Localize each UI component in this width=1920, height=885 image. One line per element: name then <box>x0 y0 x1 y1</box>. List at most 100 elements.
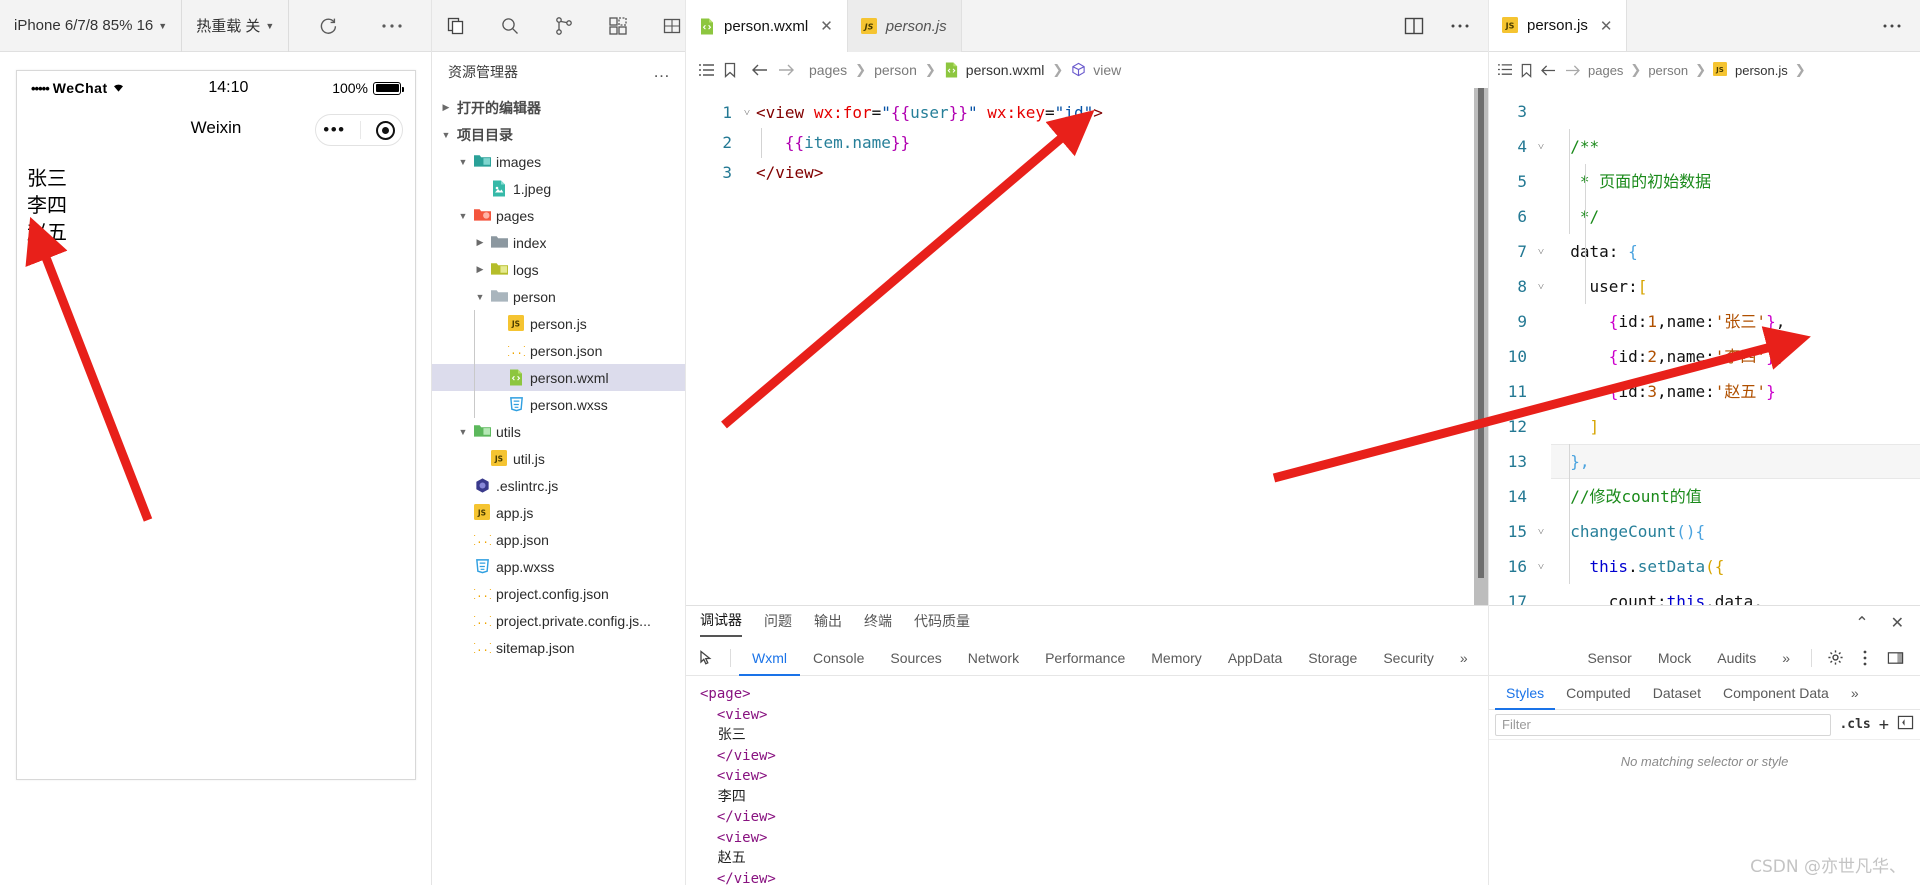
close-icon[interactable]: ✕ <box>1891 613 1904 633</box>
styles-tab-component-data[interactable]: Component Data <box>1712 676 1840 710</box>
hot-reload-selector[interactable]: 热重载 关 ▼ <box>182 0 290 52</box>
fold-chevron-icon[interactable]: ˅ <box>1531 514 1551 549</box>
styles-overflow-button[interactable]: » <box>1840 676 1870 710</box>
fold-chevron-icon[interactable]: ˅ <box>1531 269 1551 304</box>
tree-item-index[interactable]: ▶ index <box>432 229 685 256</box>
tree-item-sitemap-json[interactable]: {..} sitemap.json <box>432 634 685 661</box>
forward-icon[interactable] <box>1564 64 1581 77</box>
wxml-tree-view[interactable]: <page> <view> 张三 </view> <view> 李四 </vie… <box>686 676 1488 885</box>
chevron-right-icon[interactable]: ▶ <box>474 264 486 275</box>
devtools-tab-mock[interactable]: Mock <box>1645 640 1704 676</box>
tree-item-app-js[interactable]: JS app.js <box>432 499 685 526</box>
fold-chevron-icon[interactable]: ˅ <box>1531 129 1551 164</box>
breadcrumb-item-pages[interactable]: pages <box>1588 63 1623 78</box>
more-actions-icon[interactable] <box>1450 23 1470 29</box>
tree-item-person-json[interactable]: {..} person.json <box>432 337 685 364</box>
back-icon[interactable] <box>751 63 769 77</box>
tree-item-person-js[interactable]: JS person.js <box>432 310 685 337</box>
devtools-tab-storage[interactable]: Storage <box>1295 640 1370 676</box>
tree-item-app-wxss[interactable]: app.wxss <box>432 553 685 580</box>
editor-tab-person-js[interactable]: JS person.js <box>847 0 962 52</box>
device-selector[interactable]: iPhone 6/7/8 85% 16 ▼ <box>0 0 183 52</box>
styles-filter-input[interactable]: Filter <box>1495 713 1832 736</box>
code-content[interactable]: /** * 页面的初始数据 */ data: { user:[ {id:1,na… <box>1551 88 1920 605</box>
devtools-tabs[interactable]: Wxml Console Sources Network Performance Memo… <box>686 640 1488 676</box>
code-line[interactable]: {{item.name}} <box>756 128 1488 158</box>
close-icon[interactable]: ✕ <box>1600 17 1613 35</box>
inspect-element-icon[interactable] <box>692 649 722 667</box>
code-line[interactable]: this.setData({ <box>1551 549 1920 584</box>
devtools-overflow-button[interactable]: » <box>1447 640 1481 676</box>
chevron-up-icon[interactable]: ⌃ <box>1855 613 1868 633</box>
refresh-icon[interactable] <box>317 15 339 37</box>
editor-tab-person-js-right[interactable]: JS person.js ✕ <box>1489 0 1628 51</box>
tree-item-util-js[interactable]: JS util.js <box>432 445 685 472</box>
devtools-tab-wxml[interactable]: Wxml <box>739 640 800 676</box>
chevron-down-icon[interactable]: ▼ <box>474 292 486 302</box>
code-line[interactable]: changeCount(){ <box>1551 514 1920 549</box>
split-editor-icon[interactable] <box>1404 17 1424 35</box>
file-tree[interactable]: ▶ 打开的编辑器 ▼ 项目目录 ▼ images 1.jpeg ▼ pages ▶ inde… <box>432 92 685 885</box>
devtools-tab-performance[interactable]: Performance <box>1032 640 1138 676</box>
panel-tab-输出[interactable]: 输出 <box>814 611 842 636</box>
fold-chevron-icon[interactable]: ˅ <box>1531 234 1551 269</box>
chevron-down-icon[interactable]: ▼ <box>457 157 469 167</box>
code-line[interactable]: */ <box>1551 199 1920 234</box>
close-icon[interactable]: ✕ <box>820 17 833 35</box>
wechat-capsule-buttons[interactable]: ••• <box>315 114 403 146</box>
code-line[interactable]: ] <box>1551 409 1920 444</box>
tree-item-1-jpeg[interactable]: 1.jpeg <box>432 175 685 202</box>
devtools-tab-memory[interactable]: Memory <box>1138 640 1215 676</box>
panel-tab-终端[interactable]: 终端 <box>864 611 892 636</box>
code-line[interactable]: data: { <box>1551 234 1920 269</box>
styles-tab-dataset[interactable]: Dataset <box>1642 676 1712 710</box>
tree-item-pages[interactable]: ▼ pages <box>432 202 685 229</box>
bookmark-icon[interactable] <box>1520 63 1533 78</box>
explorer-section-project[interactable]: ▼ 项目目录 <box>432 121 685 148</box>
wxml-node-tag[interactable]: <view> <box>700 828 1488 849</box>
breadcrumb-item-symbol[interactable]: view <box>1071 62 1121 79</box>
code-line[interactable]: {id:1,name:'张三'}, <box>1551 304 1920 339</box>
breadcrumb-item-file[interactable]: person.wxml <box>944 62 1044 79</box>
chevron-down-icon[interactable]: ▼ <box>457 211 469 221</box>
breadcrumb-item-file[interactable]: JS person.js <box>1712 61 1788 79</box>
tree-item-person-wxss[interactable]: person.wxss <box>432 391 685 418</box>
code-line[interactable]: {id:3,name:'赵五'} <box>1551 374 1920 409</box>
extensions-icon[interactable] <box>608 16 628 36</box>
code-line[interactable]: //修改count的值 <box>1551 479 1920 514</box>
panel-tab-调试器[interactable]: 调试器 <box>700 610 742 637</box>
wxml-node-tag[interactable]: </view> <box>700 869 1488 885</box>
wxml-node-text[interactable]: 张三 <box>700 725 1488 746</box>
tree-item-utils[interactable]: ▼ utils <box>432 418 685 445</box>
tree-item-images[interactable]: ▼ images <box>432 148 685 175</box>
devtools-overflow-button[interactable]: » <box>1769 640 1803 676</box>
chevron-down-icon[interactable]: ▼ <box>457 427 469 437</box>
explorer-more-icon[interactable]: … <box>653 62 671 82</box>
code-line[interactable] <box>1551 94 1920 129</box>
editor-scrollbar[interactable] <box>1474 88 1488 605</box>
fold-gutter[interactable]: ˅ <box>738 88 756 605</box>
copy-files-icon[interactable] <box>446 16 466 36</box>
devtools-tab-security[interactable]: Security <box>1370 640 1447 676</box>
layout-icon[interactable] <box>662 16 682 36</box>
more-vertical-icon[interactable] <box>1850 649 1880 667</box>
cls-button[interactable]: .cls <box>1839 717 1870 732</box>
fold-chevron-icon[interactable]: ˅ <box>738 98 756 128</box>
styles-tabs[interactable]: Styles Computed Dataset Component Data » <box>1489 676 1920 710</box>
bookmark-icon[interactable] <box>723 62 737 78</box>
gear-icon[interactable] <box>1820 649 1850 666</box>
wxml-node-tag[interactable]: </view> <box>700 746 1488 767</box>
dock-side-icon[interactable] <box>1880 650 1910 666</box>
devtools-tab-network[interactable]: Network <box>955 640 1032 676</box>
wxml-node-text[interactable]: 赵五 <box>700 848 1488 869</box>
styles-tab-computed[interactable]: Computed <box>1555 676 1642 710</box>
code-line[interactable]: </view> <box>756 158 1488 188</box>
js-code-editor[interactable]: 3 4 5 6 7 8 9 10 11 12 13 14 15 16 17 ˅ ˅ ˅ ˅ ˅ /** * 页面的初… <box>1489 88 1920 605</box>
outline-icon[interactable] <box>698 63 715 78</box>
code-line[interactable]: count:this.data. <box>1551 584 1920 605</box>
tree-item--eslintrc-js[interactable]: .eslintrc.js <box>432 472 685 499</box>
tree-item-person-wxml[interactable]: person.wxml <box>432 364 685 391</box>
code-line[interactable]: {id:2,name:'李四'}, <box>1551 339 1920 374</box>
more-actions-icon[interactable] <box>1882 23 1902 29</box>
chevron-right-icon[interactable]: ▶ <box>474 237 486 248</box>
